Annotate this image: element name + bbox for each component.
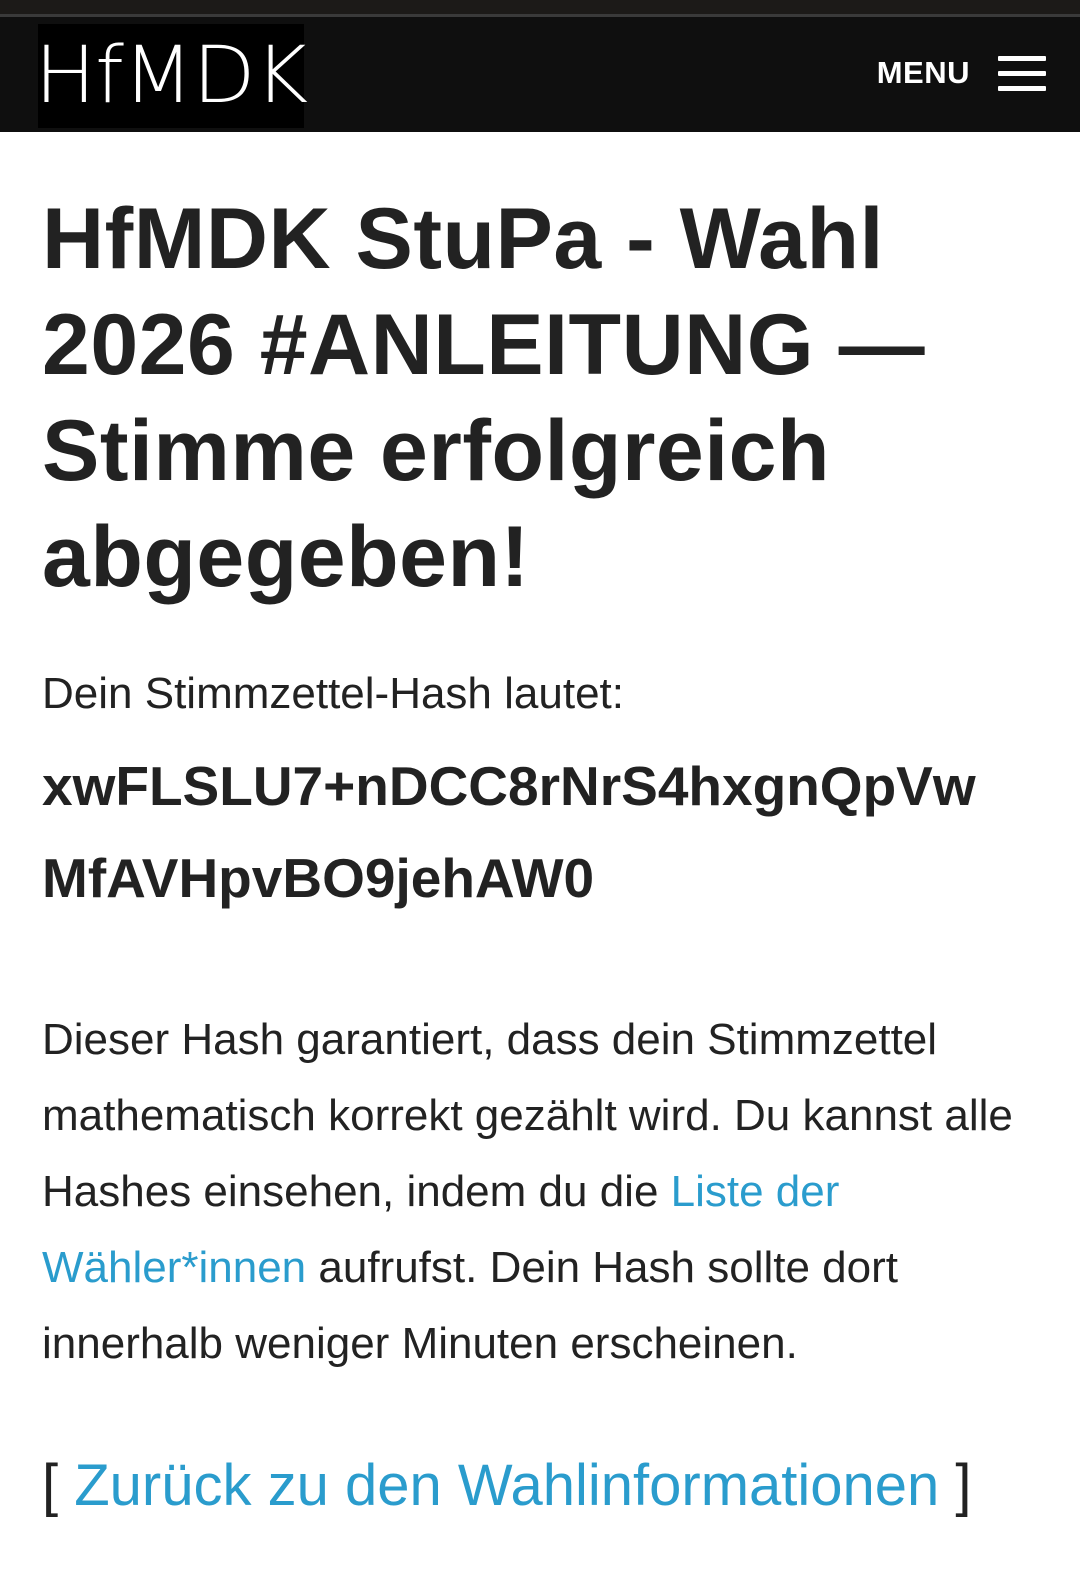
back-to-election-info-link[interactable]: Zurück zu den Wahlinformationen [74, 1453, 939, 1518]
open-bracket: [ [42, 1453, 59, 1518]
menu-button[interactable]: MENU [877, 48, 1046, 98]
menu-label: MENU [876, 55, 970, 90]
close-bracket: ] [955, 1453, 972, 1518]
back-navigation: [ Zurück zu den Wahlinformationen ] [42, 1448, 1032, 1524]
hfmdk-logo[interactable]: HfMDK [35, 24, 308, 128]
page-title: HfMDK StuPa - Wahl 2026 #ANLEITUNG — Sti… [42, 191, 926, 605]
ballot-hash-value: xwFLSLU7+nDCC8rNrS4hxgnQpVwMfAVHpvBO9jeh… [42, 755, 976, 909]
logo-text: HfMDK [34, 31, 309, 121]
hash-label: Dein Stimmzettel-Hash lautet: [42, 669, 624, 718]
main-content: HfMDK StuPa - Wahl 2026 #ANLEITUNG — Sti… [42, 186, 1032, 1524]
hash-explanation: Dieser Hash garantiert, dass dein Stimmz… [42, 1002, 1027, 1382]
explanation-text-part1: Dieser Hash garantiert, dass dein Stimmz… [42, 1015, 1013, 1216]
hamburger-menu-icon [998, 54, 1046, 92]
site-header: HfMDK MENU [0, 0, 1080, 132]
